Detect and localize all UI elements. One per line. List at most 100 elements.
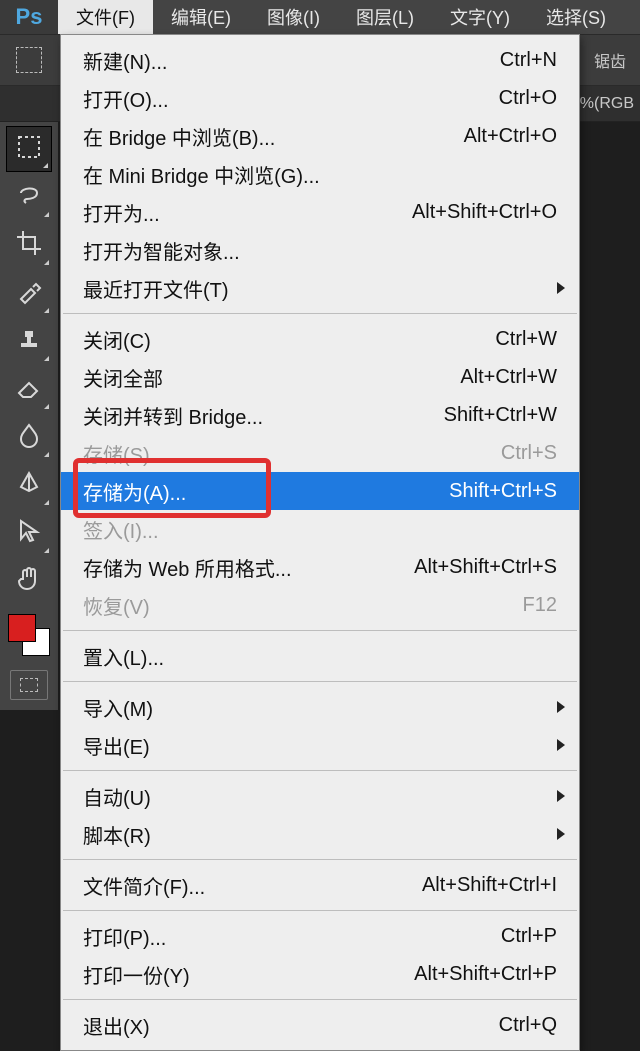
marquee-tool-icon [15,133,43,166]
menubar-item-0[interactable]: 文件(F) [58,0,153,34]
menubar-item-4[interactable]: 文字(Y) [432,0,528,34]
menu-item-label: 关闭全部 [83,363,448,392]
menu-item-shortcut: Ctrl+P [501,925,557,948]
pen-tool[interactable] [6,462,52,508]
stamp-tool-icon [15,325,43,358]
path-select-tool[interactable] [6,510,52,556]
menu-item-label: 导出(E) [83,731,557,760]
menu-separator [63,999,577,1000]
menu-item[interactable]: 在 Mini Bridge 中浏览(G)... [61,155,579,193]
hand-tool-icon [15,565,43,598]
menu-item[interactable]: 打开为... Alt+Shift+Ctrl+O [61,193,579,231]
menu-item-label: 在 Bridge 中浏览(B)... [83,122,452,151]
menu-item[interactable]: 关闭全部 Alt+Ctrl+W [61,358,579,396]
submenu-arrow-icon [557,282,565,294]
menu-item-label: 导入(M) [83,693,557,722]
menu-item-label: 签入(I)... [83,515,557,544]
menubar-item-2[interactable]: 图像(I) [249,0,338,34]
menubar-item-1[interactable]: 编辑(E) [153,0,249,34]
menu-item-shortcut: Alt+Shift+Ctrl+S [414,556,557,579]
crop-tool-icon [15,229,43,262]
menu-item-label: 脚本(R) [83,820,557,849]
foreground-swatch[interactable] [8,614,36,642]
menu-item-shortcut: Alt+Shift+Ctrl+I [422,874,557,897]
path-select-tool-icon [15,517,43,550]
menu-item-label: 存储(S) [83,439,489,468]
app-logo: Ps [0,0,58,34]
menu-item[interactable]: 文件简介(F)...Alt+Shift+Ctrl+I [61,866,579,904]
menu-item[interactable]: 置入(L)... [61,637,579,675]
menu-item-shortcut: Alt+Shift+Ctrl+O [412,201,557,224]
menu-item: 恢复(V)F12 [61,586,579,624]
menubar-item-label: 编辑(E) [171,4,231,30]
hand-tool[interactable] [6,558,52,604]
menu-item[interactable]: 打印一份(Y)Alt+Shift+Ctrl+P [61,955,579,993]
color-swatches[interactable] [6,612,52,658]
submenu-arrow-icon [557,790,565,802]
menu-separator [63,313,577,314]
menu-item[interactable]: 关闭(C)Ctrl+W [61,320,579,358]
menubar: Ps 文件(F) 编辑(E) 图像(I) 图层(L) 文字(Y)选择(S) [0,0,640,34]
menu-item-label: 在 Mini Bridge 中浏览(G)... [83,160,557,189]
menu-item[interactable]: 打开为智能对象... [61,231,579,269]
menu-item[interactable]: 最近打开文件(T) [61,269,579,307]
menu-item[interactable]: 脚本(R) [61,815,579,853]
menu-item[interactable]: 打开(O)...Ctrl+O [61,79,579,117]
menu-item-shortcut: Ctrl+S [501,442,557,465]
menu-item[interactable]: 打印(P)... Ctrl+P [61,917,579,955]
menu-item-shortcut: Alt+Ctrl+O [464,125,557,148]
menu-item[interactable]: 关闭并转到 Bridge...Shift+Ctrl+W [61,396,579,434]
menu-item[interactable]: 存储为(A)...Shift+Ctrl+S [61,472,579,510]
screen-mode-button[interactable] [10,670,48,700]
stamp-tool[interactable] [6,318,52,364]
menu-item[interactable]: 导入(M) [61,688,579,726]
menu-item[interactable]: 自动(U) [61,777,579,815]
submenu-arrow-icon [557,739,565,751]
healing-brush-tool[interactable] [6,270,52,316]
screen-mode-icon [20,678,38,692]
menu-item-shortcut: Shift+Ctrl+S [449,480,557,503]
menubar-item-label: 图像(I) [267,4,320,30]
blur-tool-icon [15,421,43,454]
menubar-item-label: 文件(F) [76,4,135,30]
menu-item-shortcut: Alt+Ctrl+W [460,366,557,389]
menubar-item-3[interactable]: 图层(L) [338,0,432,34]
menu-item[interactable]: 新建(N)...Ctrl+N [61,41,579,79]
menubar-item-label: 图层(L) [356,4,414,30]
menu-separator [63,859,577,860]
blur-tool[interactable] [6,414,52,460]
menu-item-label: 自动(U) [83,782,557,811]
menu-item[interactable]: 存储为 Web 所用格式...Alt+Shift+Ctrl+S [61,548,579,586]
menu-item-label: 打印(P)... [83,922,489,951]
menu-item-shortcut: Ctrl+W [495,328,557,351]
menu-item-label: 打开(O)... [83,84,487,113]
menu-item: 签入(I)... [61,510,579,548]
menu-item[interactable]: 退出(X)Ctrl+Q [61,1006,579,1044]
file-menu-dropdown: 新建(N)...Ctrl+N打开(O)...Ctrl+O在 Bridge 中浏览… [60,34,580,1051]
marquee-tool[interactable] [6,126,52,172]
menu-item[interactable]: 在 Bridge 中浏览(B)... Alt+Ctrl+O [61,117,579,155]
menu-item[interactable]: 导出(E) [61,726,579,764]
menu-item-label: 关闭并转到 Bridge... [83,401,432,430]
toolbox [0,122,58,710]
menu-item-label: 打开为... [83,198,400,227]
tool-preset-icon[interactable] [16,47,42,73]
anti-alias-label: 锯齿 [594,48,626,72]
menu-item: 存储(S) Ctrl+S [61,434,579,472]
menu-item-label: 最近打开文件(T) [83,274,557,303]
menu-item-shortcut: Alt+Shift+Ctrl+P [414,963,557,986]
menu-item-shortcut: F12 [523,594,557,617]
eraser-tool-icon [15,373,43,406]
submenu-arrow-icon [557,828,565,840]
menubar-item-5[interactable]: 选择(S) [528,0,624,34]
menu-item-label: 置入(L)... [83,642,557,671]
menu-item-label: 新建(N)... [83,46,488,75]
lasso-tool[interactable] [6,174,52,220]
eraser-tool[interactable] [6,366,52,412]
menu-separator [63,630,577,631]
submenu-arrow-icon [557,701,565,713]
crop-tool[interactable] [6,222,52,268]
menu-separator [63,770,577,771]
document-tab-suffix: 0%(RGB [571,95,634,113]
menu-item-shortcut: Ctrl+Q [499,1014,557,1037]
